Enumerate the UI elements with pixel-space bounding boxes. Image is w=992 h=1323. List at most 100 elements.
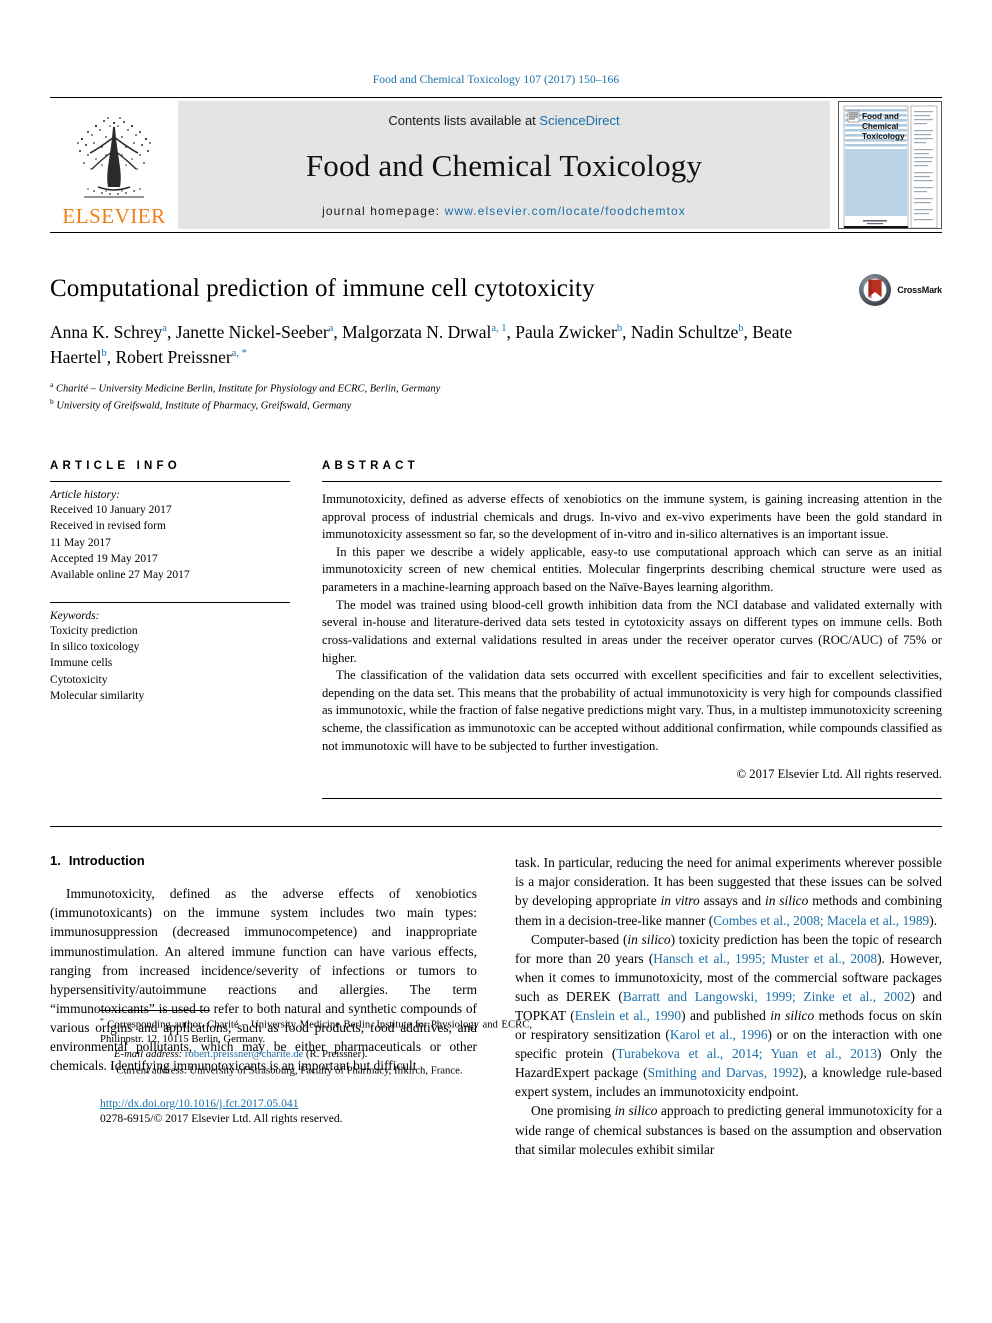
abstract-column: ABSTRACT Immunotoxicity, defined as adve… — [322, 459, 942, 800]
text-run: One promising — [531, 1103, 615, 1119]
citation-link[interactable]: Combes et al., 2008; Macela et al., 1989 — [713, 913, 929, 928]
article-page: Food and Chemical Toxicology 107 (2017) … — [0, 0, 992, 1323]
italic-term: in silico — [627, 931, 671, 947]
author-name: Janette Nickel-Seeber — [175, 321, 329, 342]
article-info-heading: ARTICLE INFO — [50, 459, 181, 472]
citation-link[interactable]: Hansch et al., 1995; Muster et al., 2008 — [653, 951, 877, 966]
author-6: Robert Preissnera, * — [116, 347, 247, 367]
citation-link[interactable]: Barratt and Langowski, 1999; Zinke et al… — [623, 989, 911, 1004]
title-block: CrossMark Computational prediction of im… — [50, 273, 942, 414]
abstract-paragraph: The model was trained using blood-cell g… — [322, 597, 942, 665]
keywords-label: Keywords: — [50, 609, 100, 622]
affiliation-text: Charité – University Medicine Berlin, In… — [55, 383, 441, 395]
italic-term: in vitro — [660, 893, 700, 909]
footnote-corresponding-author: * Corresponding author. Charité – Univer… — [100, 1016, 532, 1048]
email-owner: (R. Preissner). — [305, 1048, 368, 1061]
author-1: Janette Nickel-Seebera — [176, 322, 334, 342]
citation-link[interactable]: Smithing and Darvas, 1992 — [648, 1065, 799, 1080]
history-item: 11 May 2017 — [50, 536, 111, 549]
article-history-group: Article history: Received 10 January 201… — [50, 482, 290, 594]
body-separator-rule — [50, 826, 942, 828]
keyword-item: Cytotoxicity — [50, 673, 108, 686]
page-title: Computational prediction of immune cell … — [50, 275, 595, 302]
author-affil-mark[interactable]: b — [617, 323, 622, 334]
section-number: 1. — [50, 853, 61, 869]
affiliation-mark: b — [50, 397, 54, 407]
sciencedirect-link[interactable]: ScienceDirect — [539, 113, 619, 128]
intro-paragraph-right-2: Computer-based (in silico) toxicity pred… — [515, 930, 942, 1102]
author-name: Paula Zwicker — [515, 321, 617, 342]
footnote-text: Corresponding author. Charité – Universi… — [100, 1018, 532, 1046]
intro-paragraph-right-3: One promising in silico approach to pred… — [515, 1101, 942, 1158]
abstract-paragraph: Immunotoxicity, defined as adverse effec… — [322, 491, 942, 542]
elsevier-logo: ELSEVIER — [50, 101, 178, 229]
italic-term: in silico — [614, 1103, 658, 1119]
author-affil-mark[interactable]: a — [329, 323, 334, 334]
homepage-prefix: journal homepage: — [322, 204, 445, 218]
author-affil-mark[interactable]: a, 1 — [491, 323, 506, 334]
body-column-right: task. In particular, reducing the need f… — [515, 853, 942, 1159]
history-item: Available online 27 May 2017 — [50, 569, 190, 582]
contents-available-line: Contents lists available at ScienceDirec… — [388, 113, 619, 128]
affiliation-a: a Charité – University Medicine Berlin, … — [50, 380, 942, 397]
body-column-left: 1. Introduction Immunotoxicity, defined a… — [50, 853, 532, 1159]
citation-link[interactable]: Turabekova et al., 2014; Yuan et al., 20… — [616, 1046, 877, 1061]
italic-term: in silico — [770, 1008, 815, 1023]
svg-text:Chemical: Chemical — [862, 122, 898, 131]
abstract-heading: ABSTRACT — [322, 459, 419, 472]
citation-link[interactable]: Karol et al., 1996 — [670, 1027, 768, 1042]
contents-prefix: Contents lists available at — [388, 113, 540, 128]
author-affil-mark[interactable]: b — [738, 323, 743, 334]
author-name: Nadin Schultze — [630, 321, 739, 342]
masthead-center: Contents lists available at ScienceDirec… — [178, 101, 830, 229]
text-run: ). — [929, 912, 938, 928]
svg-text:Toxicology: Toxicology — [862, 132, 905, 141]
journal-title: Food and Chemical Toxicology — [305, 148, 703, 183]
author-affil-mark[interactable]: a — [162, 323, 167, 334]
footnote-text: Current address: University of Strasbour… — [113, 1064, 463, 1077]
author-0: Anna K. Schreya — [50, 322, 167, 342]
body-columns: 1. Introduction Immunotoxicity, defined a… — [50, 853, 942, 1159]
text-run: Computer-based ( — [531, 931, 628, 947]
svg-text:Food and: Food and — [862, 112, 899, 121]
author-name: Malgorzata N. Drwal — [342, 321, 492, 342]
history-item: Received in revised form — [50, 520, 166, 533]
affiliation-list: a Charité – University Medicine Berlin, … — [50, 380, 942, 413]
citation-link[interactable]: Enslein et al., 1990 — [575, 1008, 681, 1023]
author-2: Malgorzata N. Drwala, 1 — [342, 322, 506, 342]
doi-link[interactable]: http://dx.doi.org/10.1016/j.fct.2017.05.… — [100, 1097, 532, 1110]
author-name: Anna K. Schrey — [50, 321, 163, 342]
crossmark-badge[interactable]: CrossMark — [858, 273, 942, 307]
author-name: Robert Preissner — [115, 346, 232, 367]
abstract-body: Immunotoxicity, defined as adverse effec… — [322, 482, 942, 782]
issn-copyright-line: 0278-6915/© 2017 Elsevier Ltd. All right… — [100, 1111, 343, 1125]
article-history-label: Article history: — [50, 488, 120, 501]
intro-paragraph-right-1: task. In particular, reducing the need f… — [515, 853, 942, 929]
author-affil-mark[interactable]: b — [102, 348, 107, 359]
italic-term: in silico — [764, 893, 809, 909]
journal-homepage-link[interactable]: www.elsevier.com/locate/foodchemtox — [445, 204, 686, 218]
abstract-paragraph: The classification of the validation dat… — [322, 668, 942, 753]
history-item: Received 10 January 2017 — [50, 503, 172, 516]
cover-artwork: Food and Chemical Toxicology — [839, 102, 941, 228]
article-info-column: ARTICLE INFO Article history: Received 1… — [50, 460, 290, 799]
keyword-item: Toxicity prediction — [50, 624, 138, 637]
affiliation-b: b University of Greifswald, Institute of… — [50, 397, 942, 414]
doi-block: http://dx.doi.org/10.1016/j.fct.2017.05.… — [100, 1097, 532, 1125]
affiliation-text: University of Greifswald, Institute of P… — [56, 400, 352, 412]
running-head: Food and Chemical Toxicology 107 (2017) … — [372, 74, 620, 86]
history-item: Accepted 19 May 2017 — [50, 552, 158, 565]
keyword-item: Immune cells — [50, 657, 113, 670]
elsevier-tree-icon — [77, 117, 151, 198]
footnote-current-address: 1 Current address: University of Strasbo… — [100, 1062, 532, 1079]
author-3: Paula Zwickerb — [515, 322, 622, 342]
text-run: ) and published — [681, 1008, 771, 1023]
crossmark-label: CrossMark — [897, 285, 942, 295]
author-affil-mark[interactable]: a, * — [232, 348, 247, 359]
affiliation-mark: a — [50, 380, 54, 390]
journal-masthead: ELSEVIER Contents lists available at Sci… — [50, 97, 942, 233]
email-label: E-mail address: — [114, 1048, 183, 1061]
email-link[interactable]: robert.preissner@charite.de — [185, 1048, 303, 1060]
info-abstract-section: ARTICLE INFO Article history: Received 1… — [50, 459, 942, 800]
section-title-introduction: 1. Introduction — [50, 853, 477, 868]
